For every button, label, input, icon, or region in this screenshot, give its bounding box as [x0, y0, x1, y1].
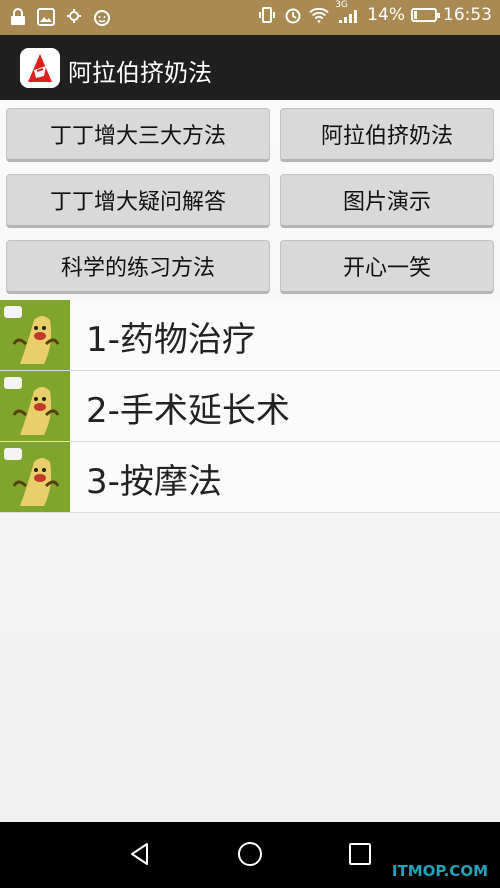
status-bar: 3G 14% 16:53 — [0, 0, 500, 35]
article-list: 1-药物治疗 2-手术延长术 3-按摩法 — [0, 300, 500, 513]
system-status: 3G 14% 16:53 — [257, 0, 492, 25]
banana-thumbnail-icon — [0, 371, 70, 441]
battery-percentage: 14% — [367, 5, 405, 25]
lock-icon — [8, 7, 28, 27]
home-icon[interactable] — [234, 838, 266, 870]
menu-button-practice-methods[interactable]: 科学的练习方法 — [6, 240, 270, 294]
list-item[interactable]: 1-药物治疗 — [0, 300, 500, 371]
menu-button-jokes[interactable]: 开心一笑 — [280, 240, 494, 294]
navigation-bar: ITMOP.COM — [0, 822, 500, 888]
network-type-label: 3G — [335, 0, 348, 10]
watermark: ITMOP.COM — [391, 862, 488, 880]
wifi-icon — [309, 5, 329, 25]
menu-button-enlarge-methods[interactable]: 丁丁增大三大方法 — [6, 108, 270, 162]
weather-icon — [64, 7, 84, 27]
list-item-label: 3-按摩法 — [86, 462, 222, 502]
list-item-label: 2-手术延长术 — [86, 391, 290, 431]
menu-button-arab-method[interactable]: 阿拉伯挤奶法 — [280, 108, 494, 162]
menu-button-image-demo[interactable]: 图片演示 — [280, 174, 494, 228]
notification-icons — [8, 7, 112, 27]
banana-thumbnail-icon — [0, 300, 70, 370]
list-item[interactable]: 3-按摩法 — [0, 442, 500, 513]
alarm-icon — [283, 5, 303, 25]
banana-thumbnail-icon — [0, 442, 70, 512]
app-bar: 阿拉伯挤奶法 — [0, 35, 500, 100]
battery-icon — [411, 8, 440, 22]
clock: 16:53 — [443, 5, 492, 25]
image-icon — [36, 7, 56, 27]
signal-icon: 3G — [335, 0, 361, 25]
vibrate-icon — [257, 5, 277, 25]
app-title: 阿拉伯挤奶法 — [68, 59, 212, 87]
recent-apps-icon[interactable] — [344, 838, 376, 870]
back-icon[interactable] — [124, 838, 156, 870]
list-item[interactable]: 2-手术延长术 — [0, 371, 500, 442]
main-content: 丁丁增大三大方法 阿拉伯挤奶法 丁丁增大疑问解答 图片演示 科学的练习方法 开心… — [0, 100, 500, 822]
list-item-label: 1-药物治疗 — [86, 320, 256, 360]
menu-button-faq[interactable]: 丁丁增大疑问解答 — [6, 174, 270, 228]
app-logo-icon — [20, 48, 60, 88]
app-notification-icon — [92, 7, 112, 27]
